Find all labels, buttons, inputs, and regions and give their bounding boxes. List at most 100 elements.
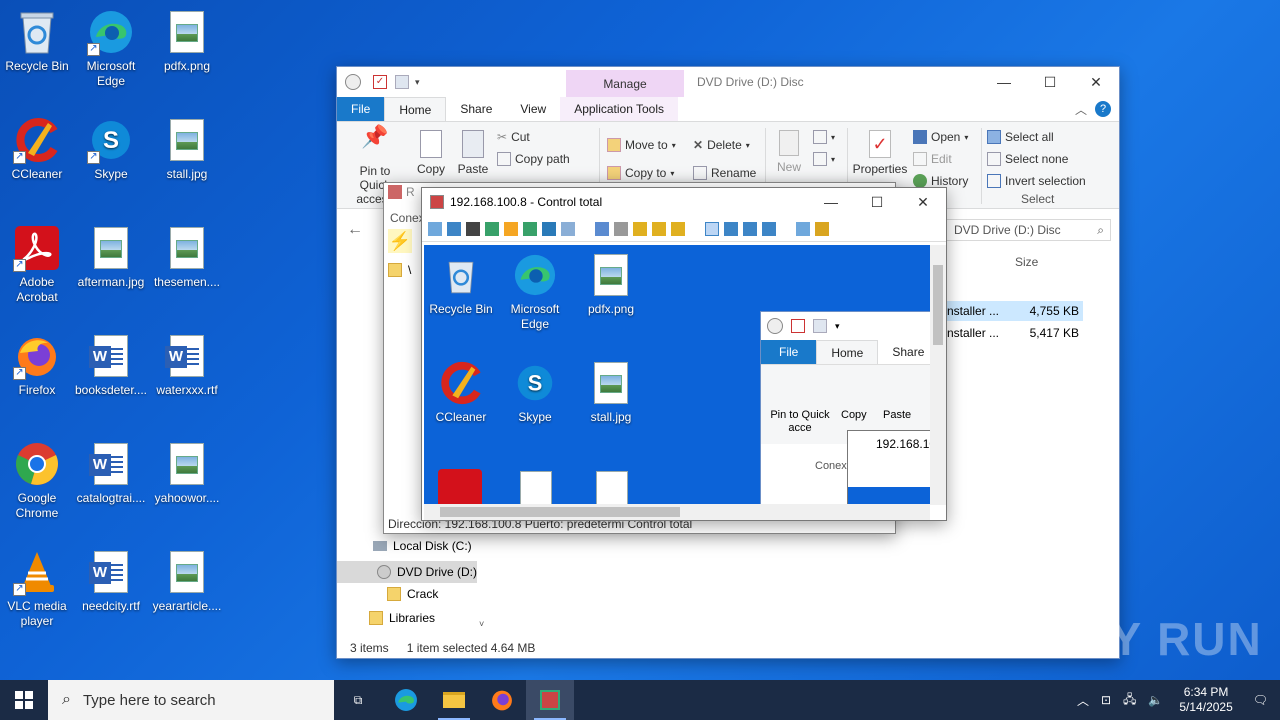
new-folder-quick-icon[interactable] — [395, 75, 409, 89]
desktop-icon-yahoowor[interactable]: yahoowor.... — [150, 440, 224, 506]
remote-screen[interactable]: Recycle Bin Microsoft Edge pdfx.png CCle… — [424, 245, 930, 505]
toolbar-icon[interactable] — [542, 221, 556, 236]
toolbar-icon[interactable] — [724, 221, 738, 236]
desktop-icon-vlc[interactable]: ↗ VLC media player — [0, 548, 74, 629]
maximize-button[interactable]: ☐ — [854, 187, 900, 217]
remote-desktop-icon[interactable]: pdfx.png — [574, 251, 648, 317]
taskbar-remote-control[interactable] — [526, 680, 574, 720]
tab-application-tools[interactable]: Application Tools — [560, 97, 679, 121]
close-button[interactable]: ✕ — [900, 187, 946, 217]
taskbar-firefox[interactable] — [478, 680, 526, 720]
easy-access-button[interactable]: ▾ — [813, 152, 835, 166]
desktop-icon-acrobat[interactable]: ↗ Adobe Acrobat — [0, 224, 74, 305]
toolbar-icon[interactable] — [743, 221, 757, 236]
show-hidden-icons-icon[interactable]: ︿ — [1077, 692, 1089, 709]
desktop-icon-thesemen[interactable]: thesemen.... — [150, 224, 224, 290]
desktop-icon-stall[interactable]: stall.jpg — [150, 116, 224, 182]
vertical-scrollbar[interactable] — [930, 245, 946, 505]
minimize-button[interactable]: — — [981, 67, 1027, 97]
toolbar-icon[interactable] — [466, 221, 480, 236]
desktop-icon-recycle-bin[interactable]: Recycle Bin — [0, 8, 74, 74]
image-file-icon[interactable] — [596, 471, 628, 505]
image-file-icon[interactable] — [520, 471, 552, 505]
manage-context-tab[interactable]: Manage — [566, 70, 684, 97]
start-button[interactable] — [0, 680, 48, 720]
tab-view[interactable]: View — [506, 97, 560, 121]
open-button[interactable]: Open ▾ — [913, 130, 968, 144]
select-none-button[interactable]: Select none — [987, 152, 1068, 166]
remote-desktop-icon[interactable]: Microsoft Edge — [498, 251, 572, 332]
copy-path-button[interactable]: Copy path — [497, 152, 570, 166]
desktop-icon-yeararticle[interactable]: yeararticle.... — [150, 548, 224, 614]
ethernet-icon[interactable]: 🖧 — [1123, 690, 1136, 711]
properties-quick-icon[interactable]: ✓ — [373, 75, 387, 89]
toolbar-icon[interactable] — [428, 221, 442, 236]
remote-desktop-icon[interactable]: S Skype — [498, 359, 572, 425]
desktop-icon-afterman[interactable]: afterman.jpg — [74, 224, 148, 290]
quick-access-dropdown-icon[interactable]: ▾ — [415, 77, 420, 88]
nav-item-dvd-drive[interactable]: DVD Drive (D:) — [337, 561, 477, 583]
toolbar-icon[interactable] — [671, 221, 685, 236]
desktop-icon-ccleaner[interactable]: ↗ CCleaner — [0, 116, 74, 182]
desktop-icon-edge[interactable]: ↗ Microsoft Edge — [74, 8, 148, 89]
toolbar-icon[interactable] — [485, 221, 499, 236]
toolbar-icon[interactable] — [561, 221, 575, 236]
column-header-size[interactable]: Size — [1015, 255, 1038, 269]
remote-back-folder[interactable]: \ — [388, 263, 411, 277]
toolbar-icon[interactable] — [762, 221, 776, 236]
clock[interactable]: 6:34 PM 5/14/2025 — [1179, 685, 1232, 715]
file-row[interactable]: nstaller ... 5,417 KB — [945, 323, 1083, 343]
rename-button[interactable]: Rename — [693, 166, 756, 180]
toolbar-icon[interactable] — [447, 221, 461, 236]
desktop-icon-skype[interactable]: S ↗ Skype — [74, 116, 148, 182]
tab-file[interactable]: File — [337, 97, 385, 121]
maximize-button[interactable]: ☐ — [1027, 67, 1073, 97]
new-folder-button[interactable]: ▾ — [813, 130, 835, 144]
taskbar-edge[interactable] — [382, 680, 430, 720]
help-icon[interactable]: ? — [1095, 101, 1111, 117]
desktop-icon-firefox[interactable]: ↗ Firefox — [0, 332, 74, 398]
move-to-button[interactable]: Move to ▾ — [607, 138, 676, 152]
desktop-icon-needcity[interactable]: W needcity.rtf — [74, 548, 148, 614]
search-box[interactable]: DVD Drive (D:) Disc ⌕ — [943, 219, 1111, 241]
acrobat-icon[interactable] — [438, 469, 482, 505]
toolbar-icon[interactable] — [633, 221, 647, 236]
nav-item-crack[interactable]: Crack — [387, 587, 438, 601]
remote-desktop-icon[interactable]: CCleaner — [424, 359, 498, 425]
back-button[interactable]: ← — [347, 221, 363, 239]
desktop-icon-booksdeter[interactable]: W booksdeter.... — [74, 332, 148, 398]
toolbar-icon[interactable] — [614, 221, 628, 236]
taskbar-search[interactable]: ⌕ Type here to search — [48, 680, 334, 720]
copy-to-button[interactable]: Copy to ▾ — [607, 166, 674, 180]
file-row[interactable]: nstaller ... 4,755 KB — [945, 301, 1083, 321]
volume-icon[interactable]: 🔈 — [1148, 693, 1163, 707]
tools-icon[interactable] — [815, 221, 829, 236]
desktop-icon-chrome[interactable]: Google Chrome — [0, 440, 74, 521]
toolbar-icon[interactable] — [504, 221, 518, 236]
toolbar-icon[interactable] — [595, 221, 609, 236]
horizontal-scrollbar[interactable] — [424, 504, 930, 520]
toolbar-icon[interactable] — [523, 221, 537, 236]
remote-desktop-icon[interactable]: Recycle Bin — [424, 251, 498, 317]
remote-desktop-icon[interactable]: stall.jpg — [574, 359, 648, 425]
desktop-icon-waterxxx[interactable]: W waterxxx.rtf — [150, 332, 224, 398]
close-button[interactable]: ✕ — [1073, 67, 1119, 97]
nav-scroll-down-icon[interactable]: ˅ — [479, 619, 484, 629]
nav-item-libraries[interactable]: Libraries — [369, 611, 435, 625]
edit-button[interactable]: Edit — [913, 152, 952, 166]
desktop-icon-pdfx[interactable]: pdfx.png — [150, 8, 224, 74]
toolbar-icon[interactable] — [652, 221, 666, 236]
tab-share[interactable]: Share — [446, 97, 506, 121]
new-button[interactable]: New — [771, 130, 807, 174]
notifications-icon[interactable]: 🗨 — [1253, 693, 1268, 707]
collapse-ribbon-icon[interactable]: ︿ — [1075, 97, 1095, 121]
delete-button[interactable]: ✕ Delete ▾ — [693, 138, 750, 152]
select-all-button[interactable]: Select all — [987, 130, 1054, 144]
cut-button[interactable]: ✂ Cut — [497, 130, 530, 144]
toolbar-icon[interactable] — [705, 221, 719, 236]
taskbar-file-explorer[interactable] — [430, 680, 478, 720]
history-button[interactable]: History — [913, 174, 968, 188]
properties-button[interactable]: ✓ Properties — [851, 130, 909, 176]
desktop-icon-catalogtrai[interactable]: W catalogtrai.... — [74, 440, 148, 506]
network-icon[interactable]: ⊡ — [1101, 693, 1111, 707]
